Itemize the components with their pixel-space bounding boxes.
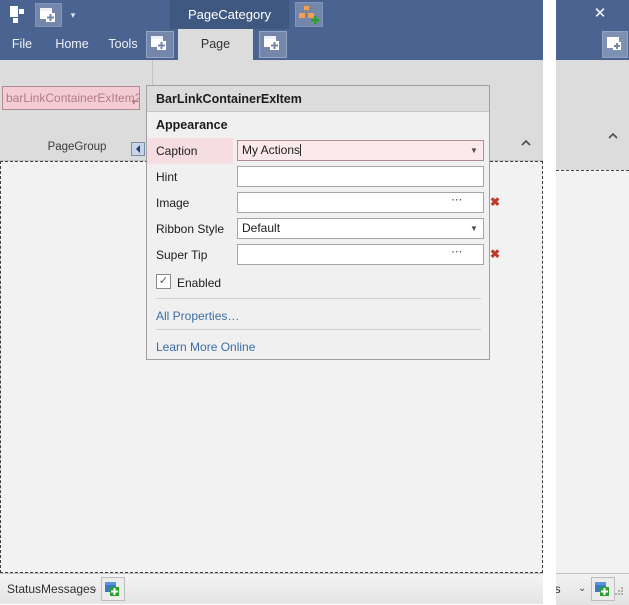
add-status-item-icon[interactable] [101,577,125,601]
clear-super-tip-icon[interactable]: ✖ [488,247,502,261]
editor-label-image: Image [156,196,190,210]
chevron-down-icon[interactable]: ⌄ [90,583,98,594]
editor-divider-2 [156,329,481,330]
clear-image-icon[interactable]: ✖ [488,195,502,209]
tab-tools[interactable]: Tools [100,29,146,60]
statusbar: StatusMessages ⌄ [0,573,543,604]
bar-link-container-item[interactable]: barLinkContainerExItem2 ▾ [2,86,140,110]
add-tab-icon[interactable] [146,31,174,58]
chevron-down-icon[interactable]: ⌄ [578,583,586,594]
ellipsis-icon[interactable]: ⋯ [449,194,465,211]
ribbon-style-value: Default [242,221,281,235]
titlebar: ▾ PageCategory [0,0,543,29]
ribbon-collapse-icon[interactable] [519,138,539,156]
editor-row-enabled: ✓ Enabled [147,270,489,296]
smart-tag-arrow-icon[interactable] [131,142,145,156]
editor-row-image: Image ⋯ ✖ [147,190,500,216]
background-window-statusbar: ns ⌄ [548,573,629,605]
editor-row-caption: Caption My Actions ▼ [147,138,489,164]
text-cursor [300,144,302,156]
status-messages-label[interactable]: StatusMessages [7,582,96,596]
image-input[interactable]: ⋯ [237,192,484,213]
contextual-tab-category[interactable]: PageCategory [170,0,289,29]
add-status-item-icon[interactable] [591,577,615,601]
chevron-down-icon[interactable]: ▼ [466,142,482,159]
property-editor-panel: BarLinkContainerExItem Appearance Captio… [146,85,500,360]
bar-link-container-item-label: barLinkContainerExItem2 [6,91,140,105]
tab-home[interactable]: Home [48,29,96,60]
hint-input[interactable] [237,166,484,187]
editor-label-hint: Hint [156,170,178,184]
background-window-canvas [556,170,629,574]
background-window-ribbon-body [556,60,629,170]
editor-label-ribbon-style: Ribbon Style [156,222,225,236]
editor-section-appearance: Appearance [156,118,228,132]
ellipsis-icon[interactable]: ⋯ [449,246,465,263]
editor-row-super-tip: Super Tip ⋯ ✖ [147,242,500,268]
add-category-icon[interactable] [295,2,323,27]
editor-divider-1 [156,298,481,299]
learn-more-online-link[interactable]: Learn More Online [156,335,255,359]
chevron-up-icon[interactable] [606,131,624,147]
caption-input-value: My Actions [242,143,301,157]
ribbon-style-select[interactable]: Default ▼ [237,218,484,239]
ribbon-group-label: PageGroup [47,141,107,153]
close-icon[interactable]: ✕ [588,4,612,24]
caption-input[interactable]: My Actions ▼ [237,140,484,161]
chevron-down-icon[interactable]: ▾ [131,91,136,109]
add-page-icon[interactable] [602,31,628,58]
enabled-checkbox[interactable]: ✓ [156,274,171,289]
tab-page[interactable]: Page [178,29,253,60]
enabled-checkbox-label: Enabled [177,276,222,290]
ribbon-tab-bar: File Home Tools Page [0,29,543,60]
quick-access-dropdown-icon[interactable]: ▾ [64,4,82,24]
quick-access-new-page-icon[interactable] [35,3,62,27]
background-window: ✕ ns ⌄ [548,0,629,605]
editor-label-super-tip: Super Tip [156,248,208,262]
tab-file[interactable]: File [4,29,40,60]
app-logo-icon [10,6,30,23]
editor-row-hint: Hint [147,164,489,190]
chevron-down-icon[interactable]: ▼ [466,220,482,237]
add-page-icon[interactable] [259,31,287,58]
resize-grip-icon[interactable] [614,586,624,596]
editor-header-title: BarLinkContainerExItem [147,86,489,112]
editor-label-caption: Caption [147,138,233,164]
all-properties-link[interactable]: All Properties… [156,304,239,328]
super-tip-input[interactable]: ⋯ [237,244,484,265]
editor-row-ribbon-style: Ribbon Style Default ▼ [147,216,489,242]
